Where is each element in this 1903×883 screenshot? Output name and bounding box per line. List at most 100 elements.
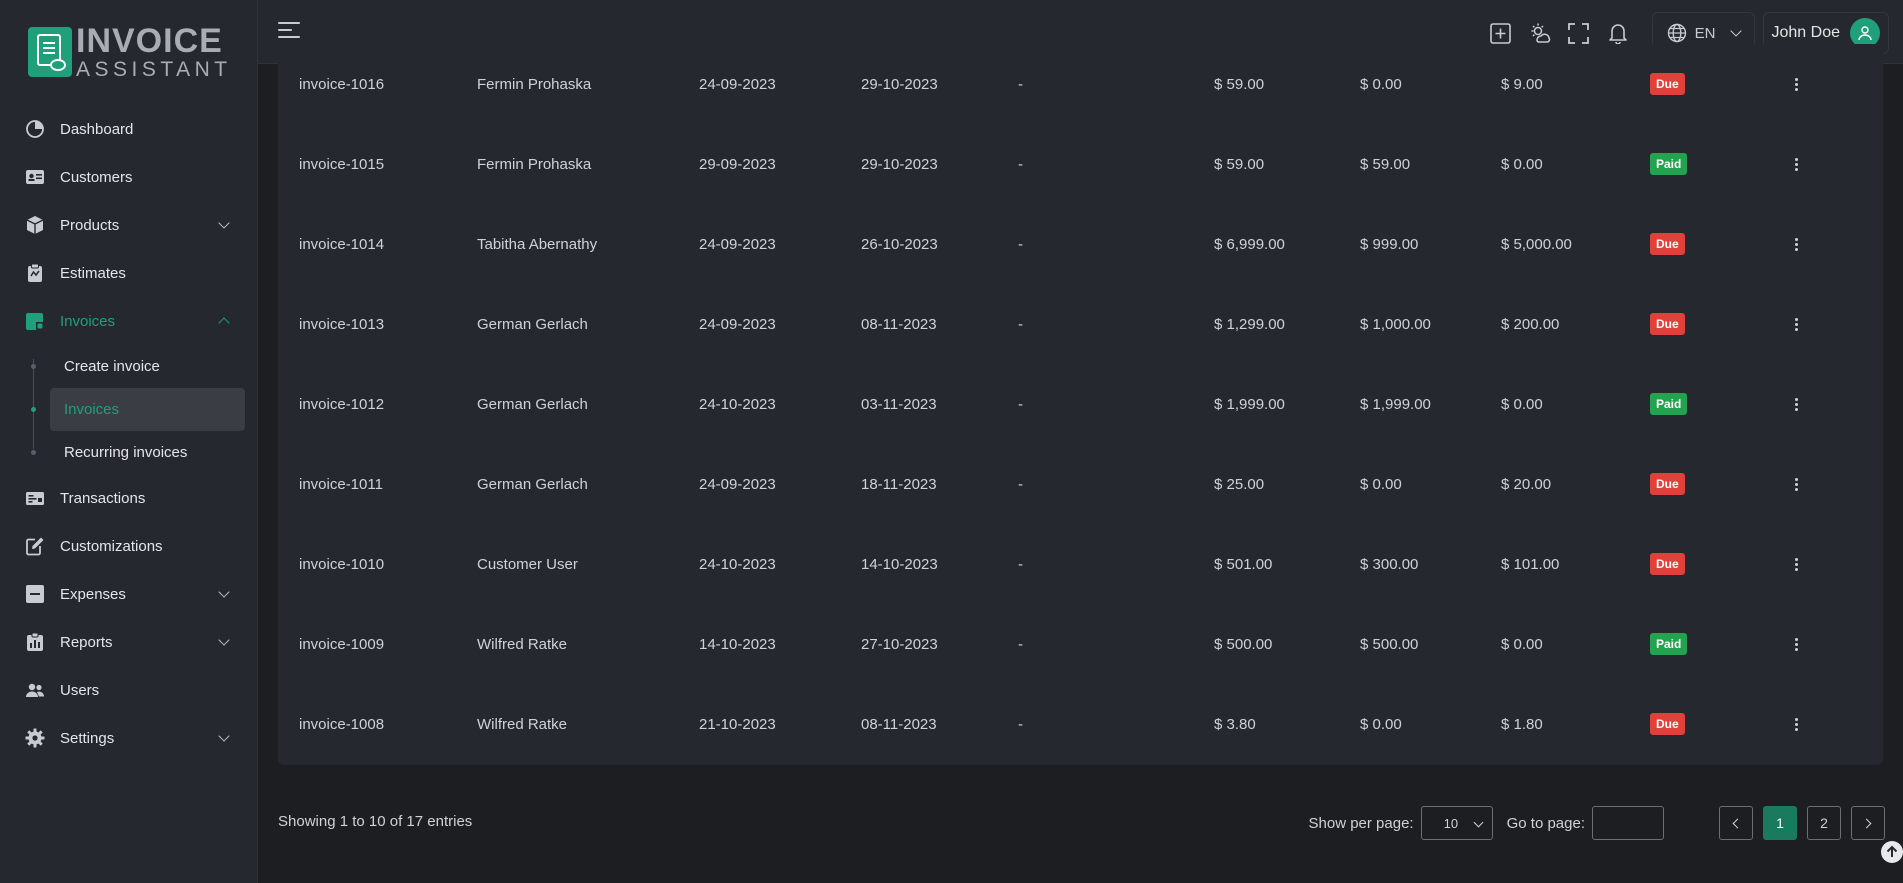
fullscreen-icon[interactable] — [1568, 22, 1590, 44]
invoice-id-cell[interactable]: invoice-1015 — [278, 124, 477, 204]
actions-cell — [1786, 604, 1883, 684]
more-actions-icon[interactable] — [1786, 74, 1806, 94]
more-actions-icon[interactable] — [1786, 314, 1806, 334]
sidebar-subitem-invoices[interactable]: Invoices — [31, 388, 245, 431]
amount-due-cell: $ 200.00 — [1501, 315, 1560, 333]
due-date-cell: 26-10-2023 — [861, 235, 938, 253]
date-cell: 29-09-2023 — [699, 155, 776, 173]
more-actions-icon[interactable] — [1786, 554, 1806, 574]
paid-cell: $ 500.00 — [1360, 635, 1419, 653]
sidebar-subitem-recurring-invoices[interactable]: Recurring invoices — [31, 431, 245, 474]
invoice-id-cell[interactable]: invoice-1010 — [278, 524, 477, 604]
status-cell: Due — [1650, 684, 1786, 764]
more-actions-icon[interactable] — [1786, 234, 1806, 254]
actions-cell — [1786, 364, 1883, 444]
sidebar-item-reports[interactable]: Reports — [0, 618, 258, 666]
prev-page-button[interactable] — [1719, 806, 1753, 840]
globe-icon — [1667, 23, 1687, 43]
invoice-id-cell[interactable]: invoice-1008 — [278, 684, 477, 764]
sidebar-item-users[interactable]: Users — [0, 666, 258, 714]
date-cell: 24-10-2023 — [699, 395, 776, 413]
sidebar-item-invoices[interactable]: Invoices — [0, 297, 258, 345]
table-row[interactable]: invoice-1009 Wilfred Ratke 14-10-2023 27-10… — [278, 604, 1883, 684]
invoice-id-cell[interactable]: invoice-1011 — [278, 444, 477, 524]
invoice-id-cell[interactable]: invoice-1013 — [278, 284, 477, 364]
status-badge: Due — [1650, 73, 1685, 95]
reference-cell: - — [1018, 235, 1023, 253]
table-row[interactable]: invoice-1012 German Gerlach 24-10-2023 03-1… — [278, 364, 1883, 444]
chevron-down-icon — [218, 730, 230, 742]
due-date-cell: 14-10-2023 — [861, 555, 938, 573]
table-row[interactable]: invoice-1015 Fermin Prohaska 29-09-2023 29-… — [278, 124, 1883, 204]
sidebar-item-label: Expenses — [60, 585, 126, 603]
due-date-cell: 18-11-2023 — [861, 475, 937, 493]
paid-cell: $ 0.00 — [1360, 715, 1402, 733]
bell-icon[interactable] — [1607, 22, 1629, 44]
amount-due-cell: $ 0.00 — [1501, 395, 1543, 413]
invoice-logo-icon — [28, 27, 72, 77]
sidebar-item-customizations[interactable]: Customizations — [0, 522, 258, 570]
sidebar-item-label: Settings — [60, 729, 115, 747]
menu-toggle-icon[interactable] — [278, 22, 300, 40]
date-cell: 14-10-2023 — [699, 635, 776, 653]
amount-due-cell: $ 0.00 — [1501, 155, 1543, 173]
sidebar-item-label: Reports — [60, 633, 113, 651]
minus-square-icon — [25, 584, 45, 604]
actions-cell — [1786, 284, 1883, 364]
invoice-id-cell[interactable]: invoice-1009 — [278, 604, 477, 684]
reference-cell: - — [1018, 75, 1023, 93]
goto-page-input[interactable] — [1592, 806, 1664, 840]
invoices-submenu: Create invoice Invoices Recurring invoic… — [0, 345, 258, 474]
sidebar-item-transactions[interactable]: Transactions — [0, 474, 258, 522]
logo[interactable]: INVOICE ASSISTANT — [28, 24, 232, 80]
invoice-id-cell[interactable]: invoice-1016 — [278, 44, 477, 124]
user-name: John Doe — [1771, 24, 1841, 41]
sidebar-item-label: Users — [60, 681, 100, 699]
status-badge: Paid — [1650, 633, 1688, 655]
page-button-1[interactable]: 1 — [1763, 806, 1797, 840]
more-actions-icon[interactable] — [1786, 714, 1806, 734]
table-row[interactable]: invoice-1008 Wilfred Ratke 21-10-2023 08-11… — [278, 684, 1883, 764]
due-date-cell: 29-10-2023 — [861, 75, 938, 93]
reference-cell: - — [1018, 395, 1023, 413]
due-date-cell: 08-11-2023 — [861, 315, 937, 333]
status-cell: Due — [1650, 284, 1786, 364]
status-cell: Due — [1650, 44, 1786, 124]
sidebar-item-label: Invoices — [60, 312, 116, 330]
sidebar-item-customers[interactable]: Customers — [0, 153, 258, 201]
date-cell: 24-10-2023 — [699, 555, 776, 573]
scroll-to-top-button[interactable] — [1881, 841, 1903, 863]
total-cell: $ 1,299.00 — [1214, 315, 1285, 333]
sidebar-item-dashboard[interactable]: Dashboard — [0, 105, 258, 153]
next-page-button[interactable] — [1851, 806, 1885, 840]
clipboard-icon — [25, 263, 45, 283]
table-row[interactable]: invoice-1016 Fermin Prohaska 24-09-2023 29-… — [278, 44, 1883, 124]
theme-toggle-icon[interactable] — [1529, 22, 1551, 44]
status-cell: Due — [1650, 444, 1786, 524]
entries-summary: Showing 1 to 10 of 17 entries — [278, 813, 473, 830]
more-actions-icon[interactable] — [1786, 154, 1806, 174]
add-icon[interactable] — [1490, 22, 1512, 44]
sidebar-item-products[interactable]: Products — [0, 201, 258, 249]
more-actions-icon[interactable] — [1786, 474, 1806, 494]
table-row[interactable]: invoice-1014 Tabitha Abernathy 24-09-2023 2… — [278, 204, 1883, 284]
invoice-id-cell[interactable]: invoice-1014 — [278, 204, 477, 284]
sidebar-subitem-create-invoice[interactable]: Create invoice — [31, 345, 245, 388]
sidebar-item-settings[interactable]: Settings — [0, 714, 258, 762]
per-page-select[interactable]: 10 — [1420, 806, 1493, 840]
amount-due-cell: $ 5,000.00 — [1501, 235, 1572, 253]
amount-due-cell: $ 0.00 — [1501, 635, 1543, 653]
table-row[interactable]: invoice-1013 German Gerlach 24-09-2023 08-1… — [278, 284, 1883, 364]
table-row[interactable]: invoice-1010 Customer User 24-10-2023 14-10… — [278, 524, 1883, 604]
total-cell: $ 3.80 — [1214, 715, 1256, 733]
invoice-id-cell[interactable]: invoice-1012 — [278, 364, 477, 444]
sidebar-item-expenses[interactable]: Expenses — [0, 570, 258, 618]
table-row[interactable]: invoice-1011 German Gerlach 24-09-2023 18-1… — [278, 444, 1883, 524]
status-badge: Paid — [1650, 393, 1688, 415]
due-date-cell: 08-11-2023 — [861, 715, 937, 733]
chevron-left-icon — [1732, 818, 1743, 828]
more-actions-icon[interactable] — [1786, 634, 1806, 654]
more-actions-icon[interactable] — [1786, 394, 1806, 414]
page-button-2[interactable]: 2 — [1807, 806, 1841, 840]
sidebar-item-estimates[interactable]: Estimates — [0, 249, 258, 297]
